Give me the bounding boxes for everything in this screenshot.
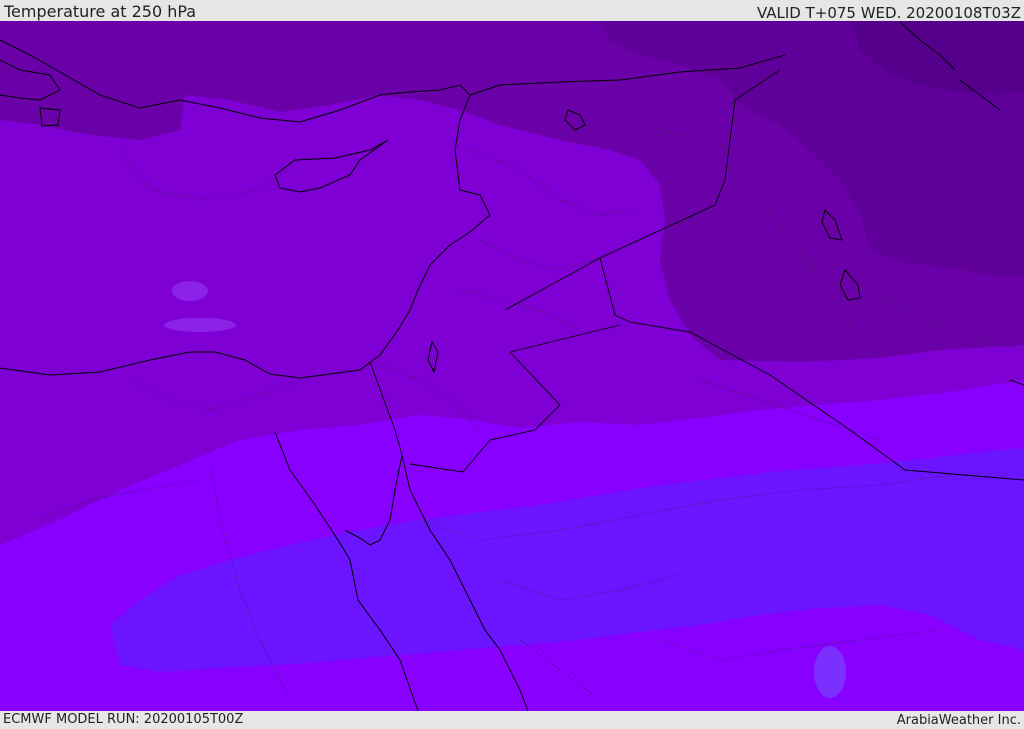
field-pocket-sea-streak: [164, 318, 236, 332]
temperature-map[interactable]: [0, 21, 1024, 711]
footer-bar: ECMWF MODEL RUN: 20200105T00Z ArabiaWeat…: [0, 711, 1024, 729]
map-canvas: [0, 21, 1024, 711]
header-bar: Temperature at 250 hPa VALID T+075 WED. …: [0, 0, 1024, 22]
field-pocket-mediterranean: [172, 281, 208, 301]
model-run-label: ECMWF MODEL RUN: 20200105T00Z: [3, 712, 244, 727]
weather-map-page: Temperature at 250 hPa VALID T+075 WED. …: [0, 0, 1024, 729]
map-title: Temperature at 250 hPa: [4, 2, 197, 21]
field-pocket-gulf: [814, 646, 846, 698]
valid-time-label: VALID T+075 WED. 20200108T03Z: [756, 4, 1021, 22]
credit-label: ArabiaWeather Inc.: [896, 713, 1021, 728]
